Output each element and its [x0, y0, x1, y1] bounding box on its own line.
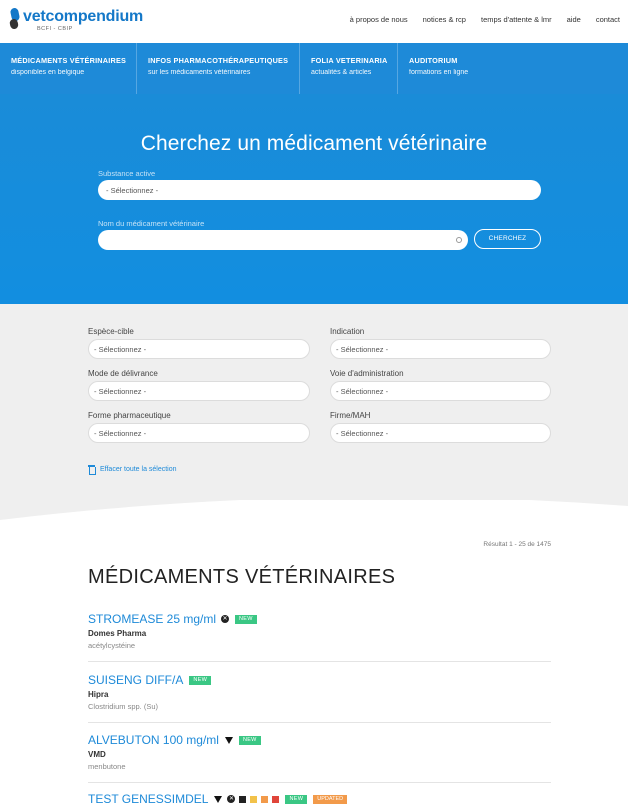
delivery-select[interactable]: - Sélectionnez -	[88, 381, 310, 401]
results-count: Résultat 1 - 25 de 1475	[483, 541, 551, 548]
result-firm: VMD	[88, 750, 106, 759]
mainnav-title: AUDITORIUM	[409, 56, 458, 65]
yellow-square-icon	[250, 795, 258, 803]
substance-select[interactable]: - Sélectionnez -	[98, 180, 541, 200]
result-item: STROMEASE 25 mg/ml ✕ NEW Domes Pharma ac…	[88, 612, 551, 662]
mainnav-item-medicaments[interactable]: MÉDICAMENTS VÉTÉRINAIRES disponibles en …	[0, 43, 137, 94]
search-hero: Cherchez un médicament vétérinaire Subst…	[0, 94, 628, 304]
updated-badge: UPDATED	[313, 794, 348, 804]
black-square-icon	[239, 795, 247, 803]
clear-all-label: Effacer toute la sélection	[100, 466, 177, 473]
search-heading: Cherchez un médicament vétérinaire	[140, 132, 488, 155]
clear-all-button[interactable]: Effacer toute la sélection	[88, 465, 177, 475]
results-title: MÉDICAMENTS VÉTÉRINAIRES	[88, 566, 396, 588]
substance-label: Substance active	[98, 169, 156, 178]
result-name-link[interactable]: TEST GENESSIMDEL ✕ NEW UPDATED	[88, 792, 551, 806]
top-bar: vetcompendium BCFI - CBIP à propos de no…	[0, 0, 628, 43]
indication-label: Indication	[330, 327, 365, 336]
result-name: STROMEASE 25 mg/ml	[88, 612, 217, 626]
result-substance: Clostridium spp. (Su)	[88, 702, 159, 711]
red-square-icon	[272, 795, 280, 803]
topnav-help[interactable]: aide	[567, 15, 581, 24]
new-badge: NEW	[285, 794, 308, 804]
clear-circle-icon[interactable]	[456, 237, 462, 243]
result-item: ALVEBUTON 100 mg/ml NEW VMD menbutone	[88, 733, 551, 783]
topnav-contact[interactable]: contact	[596, 15, 620, 24]
result-name: ALVEBUTON 100 mg/ml	[88, 733, 219, 747]
result-firm: Domes Pharma	[88, 629, 147, 638]
result-substance: menbutone	[88, 762, 126, 771]
black-triangle-icon	[224, 736, 233, 744]
result-name-link[interactable]: STROMEASE 25 mg/ml ✕ NEW	[88, 612, 551, 626]
name-input[interactable]	[98, 230, 468, 250]
result-name: SUISENG DIFF/A	[88, 673, 184, 687]
species-select[interactable]: - Sélectionnez -	[88, 339, 310, 359]
mainnav-title: INFOS PHARMACOTHÉRAPEUTIQUES	[148, 56, 289, 65]
new-badge: NEW	[235, 614, 257, 624]
result-firm: Hipra	[88, 690, 109, 699]
indication-select[interactable]: - Sélectionnez -	[330, 339, 551, 359]
mainnav-subtitle: formations en ligne	[409, 69, 469, 76]
logo[interactable]: vetcompendium BCFI - CBIP	[9, 7, 144, 32]
main-nav: MÉDICAMENTS VÉTÉRINAIRES disponibles en …	[0, 43, 628, 94]
result-name-link[interactable]: SUISENG DIFF/A NEW	[88, 673, 551, 687]
species-label: Espèce-cible	[88, 327, 134, 336]
filters-panel: Espèce-cible - Sélectionnez - Indication…	[0, 304, 628, 534]
topnav-about[interactable]: à propos de nous	[350, 15, 408, 24]
result-substance: acétylcystéine	[88, 641, 136, 650]
route-select[interactable]: - Sélectionnez -	[330, 381, 551, 401]
top-nav: à propos de nous notices & rcp temps d'a…	[350, 15, 620, 24]
mainnav-item-infos[interactable]: INFOS PHARMACOTHÉRAPEUTIQUES sur les méd…	[137, 43, 300, 94]
mainnav-subtitle: actualités & articles	[311, 69, 372, 76]
delivery-label: Mode de délivrance	[88, 369, 158, 378]
logo-pill-icon	[9, 7, 21, 30]
form-label: Forme pharmaceutique	[88, 411, 171, 420]
route-label: Voie d'administration	[330, 369, 404, 378]
result-name-link[interactable]: ALVEBUTON 100 mg/ml NEW	[88, 733, 551, 747]
name-label: Nom du médicament vétérinaire	[98, 219, 205, 228]
topnav-withdrawal[interactable]: temps d'attente & lmr	[481, 15, 552, 24]
mainnav-item-auditorium[interactable]: AUDITORIUM formations en ligne	[398, 43, 493, 94]
new-badge: NEW	[238, 735, 261, 745]
x-circle-icon: ✕	[227, 795, 236, 803]
result-item: TEST GENESSIMDEL ✕ NEW UPDATED	[88, 792, 551, 812]
mainnav-subtitle: disponibles en belgique	[11, 69, 85, 76]
trash-icon	[88, 465, 96, 475]
form-select[interactable]: - Sélectionnez -	[88, 423, 310, 443]
logo-text: vetcompendium	[23, 8, 144, 25]
x-circle-icon: ✕	[221, 615, 230, 623]
black-triangle-icon	[214, 795, 223, 803]
mainnav-title: MÉDICAMENTS VÉTÉRINAIRES	[11, 56, 127, 65]
orange-square-icon	[261, 795, 269, 803]
new-badge: NEW	[189, 675, 212, 685]
firm-select[interactable]: - Sélectionnez -	[330, 423, 551, 443]
result-name: TEST GENESSIMDEL	[88, 792, 209, 806]
search-button[interactable]: CHERCHEZ	[474, 229, 541, 249]
mainnav-title: FOLIA VETERINARIA	[311, 56, 388, 65]
firm-label: Firme/MAH	[330, 411, 371, 420]
mainnav-item-folia[interactable]: FOLIA VETERINARIA actualités & articles	[300, 43, 398, 94]
topnav-notices[interactable]: notices & rcp	[423, 15, 466, 24]
wave-divider	[0, 500, 628, 534]
mainnav-subtitle: sur les médicaments vétérinaires	[148, 69, 251, 76]
result-item: SUISENG DIFF/A NEW Hipra Clostridium spp…	[88, 673, 551, 723]
logo-subtitle: BCFI - CBIP	[37, 26, 73, 32]
